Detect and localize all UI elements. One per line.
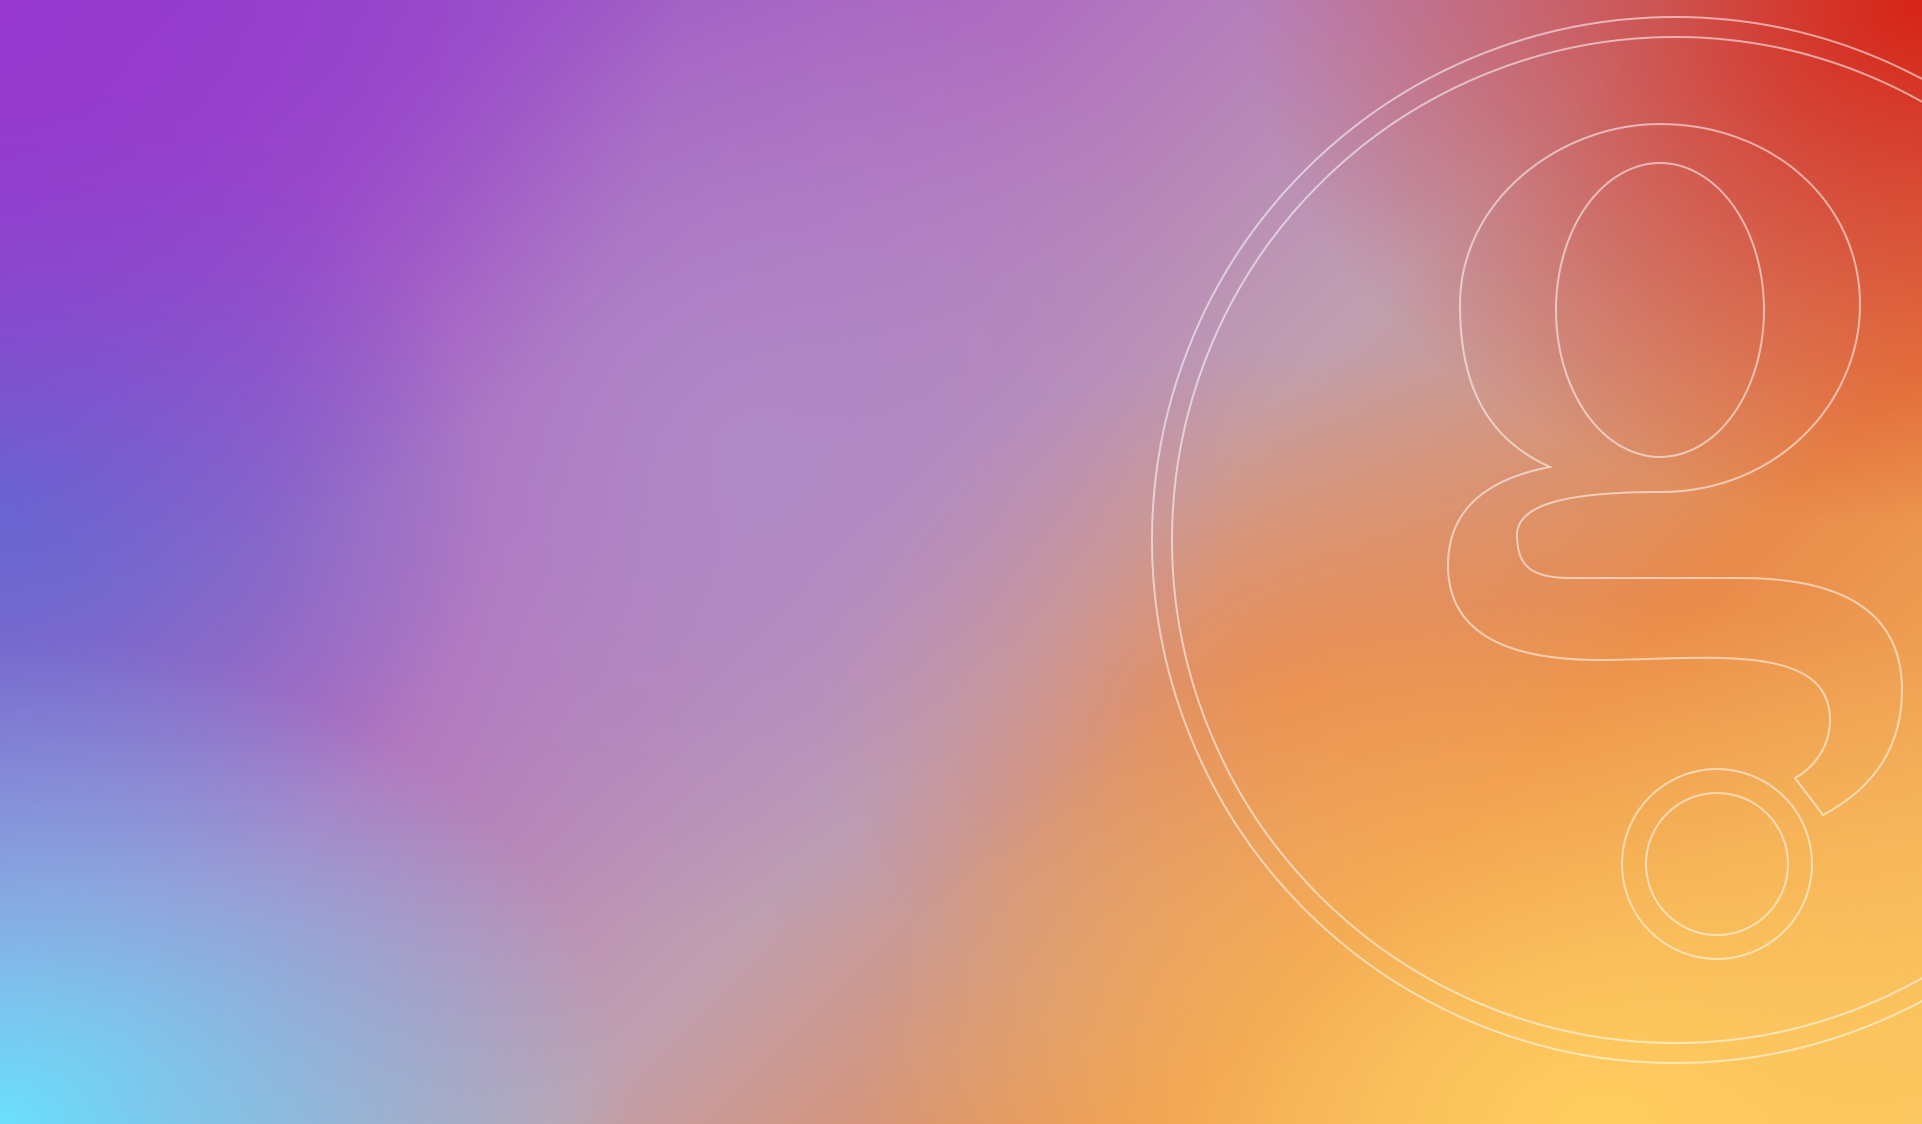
g-logo-icon: [1151, 16, 1922, 1064]
desktop-wallpaper: [0, 0, 1922, 1124]
